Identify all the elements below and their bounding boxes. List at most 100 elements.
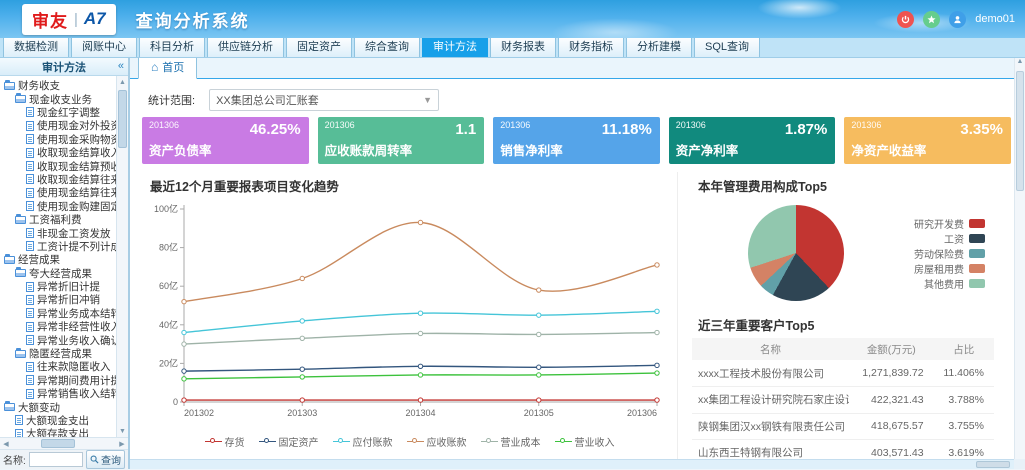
scrollbar-thumb[interactable] <box>1016 71 1024 191</box>
filter-row: 统计范围: XX集团总公司汇账套 ▼ <box>148 89 1011 111</box>
tab-home[interactable]: ⌂ 首页 <box>138 58 197 79</box>
module-tab-11[interactable]: SQL查询 <box>694 35 760 57</box>
tree-item[interactable]: 使用现金购建固定资产 <box>0 200 116 213</box>
document-icon <box>26 107 34 117</box>
tree-item[interactable]: 异常业务收入确认 <box>0 333 116 346</box>
legend-label: 应收账款 <box>427 434 467 449</box>
legend-item[interactable]: 固定资产 <box>259 434 319 449</box>
module-tab-10[interactable]: 分析建模 <box>626 35 692 57</box>
tree-item[interactable]: 异常折旧冲销 <box>0 293 116 306</box>
tree-item[interactable]: 使用现金采购物资 <box>0 133 116 146</box>
legend-item[interactable]: 营业收入 <box>555 434 615 449</box>
document-icon <box>26 161 34 171</box>
tree-item[interactable]: 异常非经营性收入 <box>0 320 116 333</box>
sidebar-horizontal-scrollbar[interactable]: ◀ ▶ <box>0 437 128 449</box>
username-label[interactable]: demo01 <box>975 13 1015 25</box>
tree-item[interactable]: 异常业务成本结转 <box>0 307 116 320</box>
document-icon <box>26 201 34 211</box>
tree-item[interactable]: 异常折旧计提 <box>0 280 116 293</box>
module-tab-7[interactable]: 审计方法 <box>422 35 488 57</box>
module-tab-9[interactable]: 财务指标 <box>558 35 624 57</box>
module-tab-5[interactable]: 固定资产 <box>286 35 352 57</box>
module-tab-4[interactable]: 供应链分析 <box>207 35 284 57</box>
tree-item[interactable]: 收取现金结算预收款 <box>0 159 116 172</box>
line-marker-icon <box>259 437 276 446</box>
line-chart[interactable]: 020亿40亿60亿80亿100亿20130220130320130420130… <box>142 197 669 429</box>
tree-item[interactable]: 往来款隐匿收入 <box>0 360 116 373</box>
line-chart-section: 最近12个月重要报表项目变化趋势 020亿40亿60亿80亿100亿201302… <box>142 172 677 469</box>
tree-item[interactable]: 大额现金支出 <box>0 414 116 427</box>
pie-legend-item[interactable]: 研究开发费 <box>914 216 985 231</box>
scrollbar-thumb[interactable] <box>976 461 1010 468</box>
table-row[interactable]: xx集团工程设计研究院石家庄设计院422,321.433.788% <box>692 387 994 414</box>
tree-item[interactable]: 非现金工资发放 <box>0 226 116 239</box>
table-row[interactable]: xxxx工程技术股份有限公司1,271,839.7211.406% <box>692 360 994 387</box>
home-icon: ⌂ <box>151 61 158 73</box>
search-icon <box>90 455 99 464</box>
line-marker-icon <box>481 437 498 446</box>
scroll-right-icon[interactable]: ▶ <box>116 440 128 448</box>
pie-chart-legend: 研究开发费工资劳动保险费房屋租用费其他费用 <box>914 216 985 291</box>
main-horizontal-scrollbar[interactable] <box>130 459 1014 469</box>
legend-item[interactable]: 应付账款 <box>333 434 393 449</box>
tree-item[interactable]: 收取现金结算往来款 <box>0 173 116 186</box>
pie-legend-item[interactable]: 工资 <box>914 231 985 246</box>
search-button[interactable]: 查询 <box>86 450 125 469</box>
tree-item[interactable]: 异常销售收入结转 <box>0 387 116 400</box>
pie-legend-item[interactable]: 房屋租用费 <box>914 261 985 276</box>
kpi-value: 1.1 <box>455 121 476 138</box>
module-tab-2[interactable]: 阅账中心 <box>71 35 137 57</box>
tree-item[interactable]: 工资计提不列计成本 <box>0 240 116 253</box>
pie-legend-item[interactable]: 其他费用 <box>914 276 985 291</box>
tree-item[interactable]: 现金红字调整 <box>0 106 116 119</box>
scroll-up-icon[interactable]: ▲ <box>117 76 128 88</box>
sidebar-vertical-scrollbar[interactable]: ▲ ▼ <box>116 76 128 437</box>
module-tab-3[interactable]: 科目分析 <box>139 35 205 57</box>
scrollbar-thumb[interactable] <box>41 439 75 448</box>
pie-legend-item[interactable]: 劳动保险费 <box>914 246 985 261</box>
line-marker-icon <box>555 437 572 446</box>
table-row[interactable]: 陕钢集团汉xx钢铁有限责任公司418,675.573.755% <box>692 413 994 440</box>
folder-icon <box>4 403 15 411</box>
search-input[interactable] <box>29 452 83 467</box>
legend-item[interactable]: 应收账款 <box>407 434 467 449</box>
user-icon[interactable] <box>949 11 966 28</box>
tree-item[interactable]: 工资福利费 <box>0 213 116 226</box>
tree-item[interactable]: 大额变动 <box>0 400 116 413</box>
scrollbar-thumb[interactable] <box>118 90 127 148</box>
scroll-up-icon[interactable]: ▲ <box>1015 58 1025 69</box>
module-tab-1[interactable]: 数据检测 <box>3 35 69 57</box>
tree-item[interactable]: 异常期间费用计提 <box>0 374 116 387</box>
tree-item[interactable]: 大额存款支出 <box>0 427 116 437</box>
scope-dropdown[interactable]: XX集团总公司汇账套 ▼ <box>209 89 439 111</box>
folder-icon <box>4 82 15 90</box>
legend-item[interactable]: 营业成本 <box>481 434 541 449</box>
legend-item[interactable]: 存货 <box>205 434 245 449</box>
tree-item[interactable]: 财务收支 <box>0 79 116 92</box>
module-tabbar: 数据检测阅账中心科目分析供应链分析固定资产综合查询审计方法财务报表财务指标分析建… <box>0 38 1025 58</box>
folder-icon <box>15 350 26 358</box>
legend-label: 其他费用 <box>924 276 964 291</box>
scroll-left-icon[interactable]: ◀ <box>0 440 12 448</box>
tree-item[interactable]: 使用现金对外投资 <box>0 119 116 132</box>
module-tab-8[interactable]: 财务报表 <box>490 35 556 57</box>
logout-icon[interactable] <box>897 11 914 28</box>
module-tab-6[interactable]: 综合查询 <box>354 35 420 57</box>
right-column: 本年管理费用构成Top5 研究开发费工资劳动保险费房屋租用费其他费用 近三年重要… <box>677 172 1011 469</box>
tree-item[interactable]: 现金收支业务 <box>0 92 116 105</box>
tree-item[interactable]: 收取现金结算收入 <box>0 146 116 159</box>
favorite-icon[interactable] <box>923 11 940 28</box>
tree-item[interactable]: 经营成果 <box>0 253 116 266</box>
tree-item[interactable]: 隐匿经营成果 <box>0 347 116 360</box>
customer-amount: 422,321.43 <box>849 387 934 414</box>
tree-item[interactable]: 使用现金结算往来款 <box>0 186 116 199</box>
svg-text:201306: 201306 <box>627 408 657 418</box>
tree-item[interactable]: 夸大经营成果 <box>0 266 116 279</box>
pie-chart[interactable] <box>748 205 844 301</box>
main-vertical-scrollbar[interactable]: ▲ <box>1014 58 1025 459</box>
scroll-down-icon[interactable]: ▼ <box>117 425 128 437</box>
method-tree: 财务收支现金收支业务现金红字调整使用现金对外投资使用现金采购物资收取现金结算收入… <box>0 76 116 437</box>
document-icon <box>26 375 34 385</box>
sidebar-collapse-icon[interactable]: « <box>118 61 124 72</box>
kpi-card: 201306 1.87% 资产净利率 <box>669 117 836 164</box>
